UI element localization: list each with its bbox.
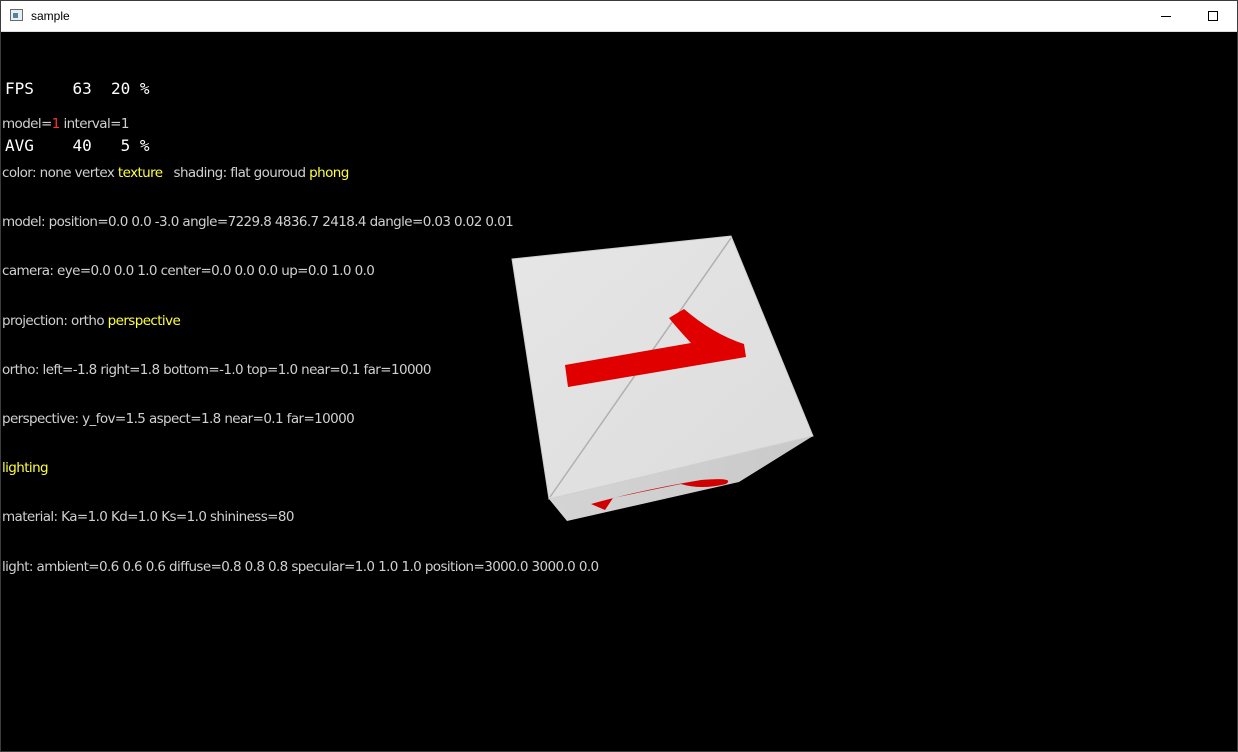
minimize-button[interactable] — [1143, 1, 1189, 31]
maximize-button[interactable] — [1190, 1, 1236, 31]
app-icon — [10, 9, 23, 21]
window-title: sample — [31, 9, 70, 23]
textured-cube — [511, 235, 814, 521]
title-bar[interactable]: sample — [1, 1, 1237, 32]
maximize-icon — [1208, 11, 1218, 21]
app-window: sample FPS 63 20 % AVG 40 5 % model=1 in… — [0, 0, 1238, 752]
minimize-icon — [1161, 16, 1171, 17]
render-viewport[interactable]: FPS 63 20 % AVG 40 5 % model=1 interval=… — [1, 32, 1237, 751]
